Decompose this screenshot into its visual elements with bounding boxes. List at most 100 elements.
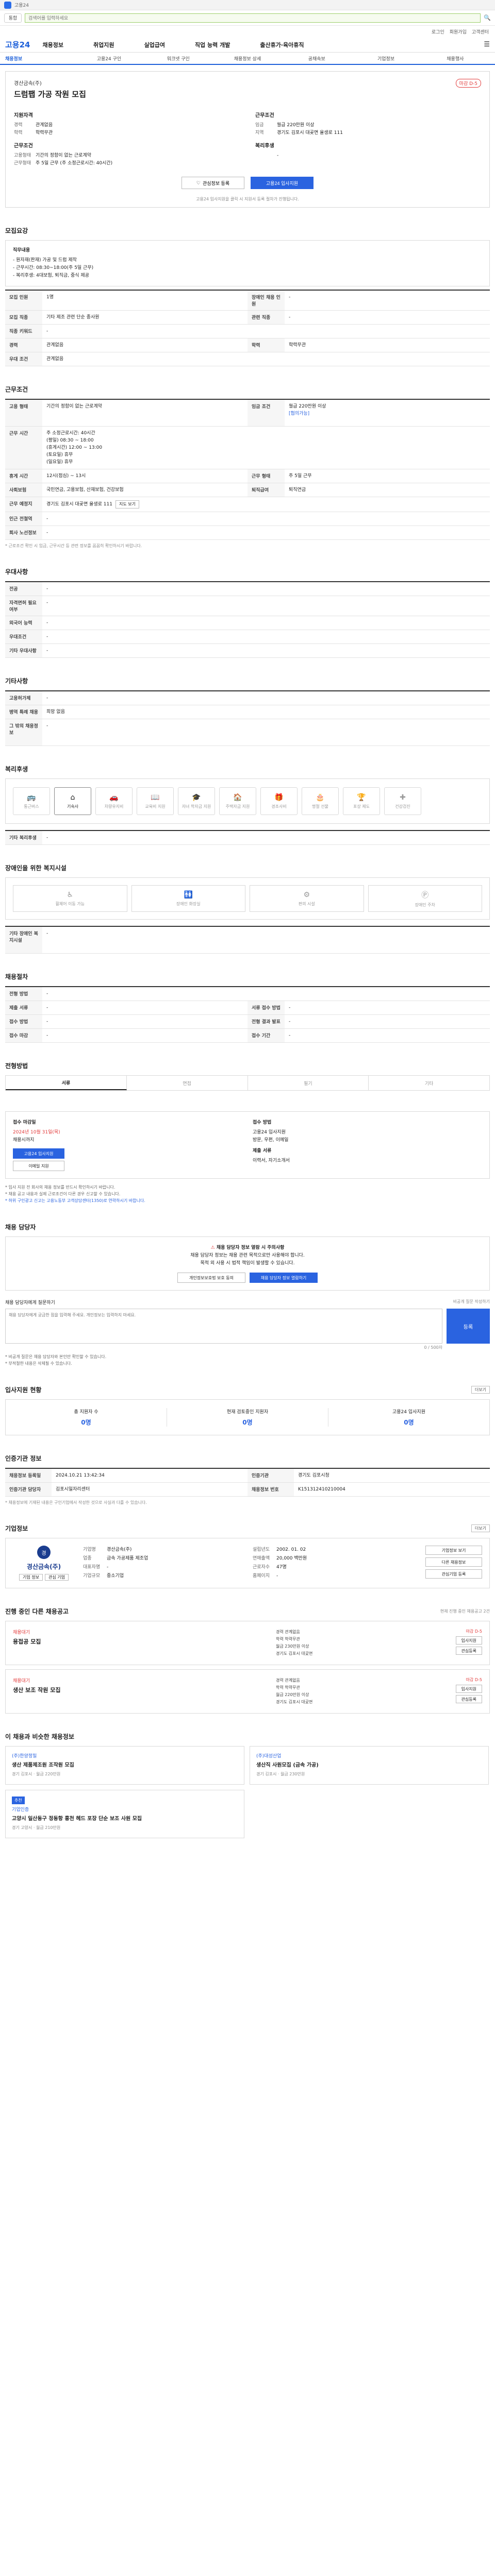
- similar-job-card[interactable]: 추천 기업인증 고양시 일산동구 정동항 홍천 헤드 포장 단순 보조 사원 모집 경…: [5, 1790, 244, 1838]
- table-row: 제출 서류 - 서류 접수 방법 -: [5, 1001, 490, 1015]
- qa-note-line: * 부적절한 내용은 삭제될 수 있습니다.: [5, 1361, 72, 1366]
- subnav-item-5[interactable]: 기업정보: [351, 55, 420, 62]
- gnb-item-support[interactable]: 취업지원: [93, 41, 114, 49]
- company-follow-button[interactable]: 관심 기업: [45, 1574, 69, 1581]
- table-cell: 주 5일 근무: [289, 473, 312, 479]
- howto-apply-button[interactable]: 고용24 입사지원: [13, 1148, 64, 1159]
- list-item-dday: 마감 D-5: [466, 1629, 482, 1634]
- search-input[interactable]: [25, 13, 481, 23]
- help-link[interactable]: 고객센터: [472, 28, 489, 35]
- tab-written[interactable]: 필기: [248, 1076, 369, 1090]
- tab-document[interactable]: 서류: [6, 1076, 127, 1090]
- list-item-apply-button[interactable]: 입사지원: [455, 1636, 482, 1645]
- list-item-interest-button[interactable]: 관심등록: [455, 1647, 482, 1655]
- email-apply-button[interactable]: 이메일 지원: [13, 1161, 64, 1171]
- recruit-table: 모집 인원 1명 장애인 채용 인원 - 모집 직종 기타 제조 관련 단순 종사원 관련…: [5, 290, 490, 366]
- subnav-item-3[interactable]: 채용정보 상세: [213, 55, 282, 62]
- table-cell: -: [46, 835, 48, 840]
- similar-job-title[interactable]: 생산 제품제조원 조작원 모집: [12, 1761, 238, 1769]
- subnav-item-4[interactable]: 공채속보: [282, 55, 351, 62]
- list-item-title[interactable]: 용접공 모집: [13, 1637, 271, 1646]
- list-item-line: 학력 학력무관: [276, 1685, 300, 1690]
- list-item-status: 채용대기: [13, 1679, 30, 1684]
- company-name[interactable]: 경산금속(주): [14, 79, 86, 87]
- similar-job-card[interactable]: (주)한양정밀 생산 제품제조원 조작원 모집 경기 김포시 · 월급 220만원: [5, 1746, 244, 1785]
- welfare-label: 교육비 지원: [145, 804, 166, 809]
- table-row: 모집 인원 1명 장애인 채용 인원 -: [5, 291, 490, 311]
- table-head: 접수 방법: [5, 1015, 42, 1028]
- list-item-title[interactable]: 생산 보조 작원 모집: [13, 1686, 271, 1694]
- similar-job-title[interactable]: 고양시 일산동구 정동항 홍천 헤드 포장 단순 보조 사원 모집: [12, 1815, 238, 1823]
- list-item[interactable]: 채용대기 생산 보조 작원 모집 경력 관계없음 학력 학력무관 월급 220만원 이…: [5, 1669, 490, 1714]
- table-head: 자격면허 필요 여부: [5, 596, 42, 616]
- company-value: 경산금속(주): [107, 1547, 132, 1552]
- status-more-button[interactable]: 더보기: [471, 1386, 490, 1394]
- subnav-item-6[interactable]: 채용행사: [421, 55, 490, 62]
- search-icon[interactable]: 🔍: [484, 14, 491, 21]
- table-cell: -: [289, 315, 291, 320]
- kv-value: 경기도 김포시 대곶면 율생로 111: [277, 130, 343, 135]
- table-head: 관련 직종: [248, 311, 285, 324]
- table-head: 우대조건: [5, 630, 42, 643]
- utility-links: 로그인 회원가입 고객센터: [0, 26, 495, 37]
- disability-section-title: 장애인을 위한 복지시설: [5, 865, 67, 872]
- login-link[interactable]: 로그인: [432, 28, 444, 35]
- tab-other[interactable]: 기타: [369, 1076, 489, 1090]
- similar-job-title[interactable]: 생산직 사원모집 (금속 가공): [256, 1761, 482, 1769]
- subnav-item-2[interactable]: 워크넷 구인: [144, 55, 213, 62]
- company-interest-button[interactable]: 관심기업 등록: [425, 1569, 482, 1579]
- list-item[interactable]: 채용대기 용접공 모집 경력 관계없음 학력 학력무관 월급 230만원 이상 경기도 …: [5, 1621, 490, 1665]
- subnav-item-1[interactable]: 고용24 구인: [74, 55, 143, 62]
- gnb-item-unemployment[interactable]: 실업급여: [144, 41, 164, 49]
- disability-label: 장애인 주차: [415, 902, 435, 907]
- table-head: 외국어 능력: [5, 616, 42, 630]
- table-cell: -: [289, 1005, 291, 1010]
- qa-submit-button[interactable]: 등록: [447, 1309, 490, 1344]
- table-cell: -: [46, 1019, 48, 1024]
- table-row: 고용허가제 -: [5, 691, 490, 705]
- view-contact-button[interactable]: 채용 담당자 정보 열람하기: [250, 1273, 318, 1283]
- gnb-item-leave[interactable]: 출산휴가·육아휴직: [260, 41, 304, 49]
- qa-private-link[interactable]: 비공개 질문 작성하기: [453, 1299, 490, 1306]
- gnb-item-training[interactable]: 직업 능력 개발: [195, 41, 230, 49]
- similar-job-card[interactable]: (주)대성산업 생산직 사원모집 (금속 가공) 경기 김포시 · 월급 230만원: [250, 1746, 489, 1785]
- save-interest-button[interactable]: ♡ 관심정보 등록: [182, 177, 244, 189]
- hamburger-menu-icon[interactable]: ☰: [484, 41, 490, 48]
- tab-interview[interactable]: 면접: [127, 1076, 248, 1090]
- welfare-label: 포상 제도: [353, 804, 370, 809]
- search-scope-select[interactable]: 통합: [4, 13, 22, 23]
- table-head: 모집 직종: [5, 311, 42, 324]
- list-item-apply-button[interactable]: 입사지원: [455, 1685, 482, 1693]
- contact-line: 채용 담당자 정보는 채용 관련 목적으로만 사용해야 합니다.: [190, 1253, 305, 1258]
- global-nav: 고용24 채용정보 취업지원 실업급여 직업 능력 개발 출산휴가·육아휴직 ☰: [0, 37, 495, 53]
- qa-textarea[interactable]: [5, 1309, 442, 1344]
- list-item-interest-button[interactable]: 관심등록: [455, 1695, 482, 1703]
- work-hours-line: (휴게시간) 12:00 ~ 13:00: [46, 445, 103, 450]
- table-row: 근무 예정지 경기도 김포시 대곶면 율생로 111 지도 보기: [5, 497, 490, 512]
- privacy-consent-button[interactable]: 개인정보보호법 보호 동의: [177, 1273, 245, 1283]
- company-info-button[interactable]: 기업 정보: [19, 1574, 43, 1581]
- table-head: 근무 예정지: [5, 497, 42, 512]
- map-button[interactable]: 지도 보기: [115, 500, 139, 509]
- subnav-item-0[interactable]: 채용정보: [5, 55, 74, 62]
- gnb-item-jobs[interactable]: 채용정보: [42, 41, 63, 49]
- apply-note: 고용24 입사지원을 클릭 시 지원서 등록 절차가 진행됩니다.: [196, 197, 299, 201]
- brand-logo[interactable]: 고용24: [5, 39, 30, 50]
- apply-button[interactable]: 고용24 입사지원: [251, 177, 314, 189]
- company-key: 기업명: [83, 1547, 96, 1552]
- join-link[interactable]: 회원가입: [450, 28, 467, 35]
- table-head: 장애인 채용 인원: [248, 291, 285, 310]
- info-section-title: 인증기관 정보: [5, 1455, 42, 1462]
- table-row: 사회보험 국민연금, 고용보험, 산재보험, 건강보험 퇴직급여 퇴직연금: [5, 483, 490, 497]
- company-more-button[interactable]: 더보기: [471, 1524, 490, 1532]
- table-cell: -: [289, 1019, 291, 1024]
- welfare-label: 자녀 학자금 지원: [182, 804, 211, 809]
- work-hours-line: (일요일) 휴무: [46, 460, 73, 465]
- table-head: 병역 특례 채용: [5, 705, 42, 719]
- list-item-status: 채용대기: [13, 1630, 30, 1635]
- table-head: 인근 전철역: [5, 512, 42, 526]
- company-other-jobs-button[interactable]: 다른 채용정보: [425, 1557, 482, 1567]
- method-line: 고용24 입사지원: [253, 1130, 286, 1135]
- company-detail-button[interactable]: 기업정보 보기: [425, 1546, 482, 1555]
- table-head: 근무 시간: [5, 427, 42, 469]
